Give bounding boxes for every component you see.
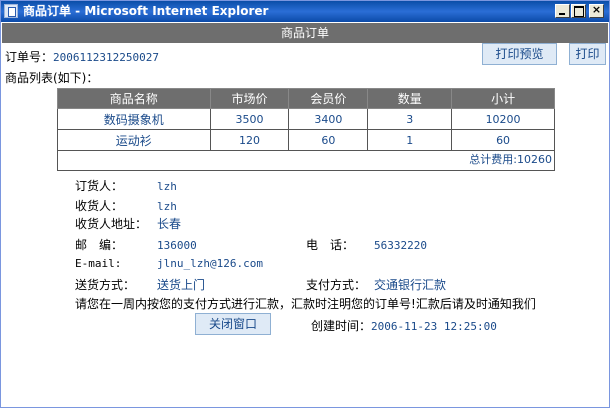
close-icon: × — [591, 3, 602, 16]
quantity-cell: 3 — [367, 108, 453, 130]
order-number-value: 2006112312250027 — [53, 51, 159, 64]
orderer-row: 订货人： lzh — [75, 177, 177, 194]
address-row: 收货人地址： 长春 — [75, 215, 181, 232]
print-preview-button[interactable]: 打印预览 — [482, 43, 557, 65]
email-row: E-mail: jlnu_lzh@126.com — [75, 256, 263, 270]
phone-row: 电 话： 56332220 — [306, 236, 427, 253]
table-row: 数码摄象机 3500 3400 3 10200 — [57, 108, 555, 130]
product-name-cell[interactable]: 运动衫 — [57, 129, 211, 151]
member-price-cell: 3400 — [288, 108, 369, 130]
product-name-cell[interactable]: 数码摄象机 — [57, 108, 211, 130]
table-header-row: 商品名称 市场价 会员价 数量 小计 — [57, 88, 555, 109]
subtotal-cell: 60 — [451, 129, 555, 151]
order-number-row: 订单号：2006112312250027 — [5, 48, 159, 65]
receiver-label: 收货人： — [75, 199, 124, 213]
created-time-label: 创建时间： — [311, 319, 372, 333]
title-bar: 商品订单 - Microsoft Internet Explorer × — [1, 1, 609, 22]
orderer-value: lzh — [157, 180, 177, 193]
market-price-cell: 120 — [209, 129, 290, 151]
address-value: 长春 — [157, 217, 182, 231]
market-price-cell: 3500 — [209, 108, 290, 130]
column-header: 数量 — [367, 88, 453, 109]
table-row: 运动衫 120 60 1 60 — [57, 129, 555, 151]
delivery-label: 送货方式： — [75, 278, 136, 292]
payment-notice: 请您在一周内按您的支付方式进行汇款，汇款时注明您的订单号!汇款后请及时通知我们 — [75, 297, 536, 311]
maximize-button[interactable] — [571, 4, 586, 18]
orderer-label: 订货人： — [75, 179, 124, 193]
column-header: 市场价 — [209, 88, 290, 109]
zip-row: 邮 编： 136000 — [75, 236, 197, 253]
print-button[interactable]: 打印 — [569, 43, 606, 65]
address-label: 收货人地址： — [75, 217, 148, 231]
created-time-row: 创建时间：2006-11-23 12:25:00 — [311, 317, 497, 334]
minimize-button[interactable] — [555, 4, 570, 18]
quantity-cell: 1 — [367, 129, 453, 151]
ie-page-icon — [4, 4, 18, 18]
payment-value: 交通银行汇款 — [374, 278, 447, 292]
created-time-value: 2006-11-23 12:25:00 — [371, 320, 497, 333]
total-cost: 总计费用:10260 — [57, 150, 555, 171]
receiver-value: lzh — [157, 200, 177, 213]
page-title: 商品订单 — [2, 23, 608, 43]
member-price-cell: 60 — [288, 129, 369, 151]
zip-value: 136000 — [157, 239, 197, 252]
receiver-row: 收货人： lzh — [75, 197, 177, 214]
item-list-label: 商品列表(如下)： — [5, 71, 99, 85]
order-number-label: 订单号： — [5, 50, 54, 64]
column-header: 会员价 — [288, 88, 369, 109]
zip-label: 邮 编： — [75, 238, 124, 252]
email-label: E-mail: — [75, 257, 122, 270]
email-value: jlnu_lzh@126.com — [157, 257, 263, 270]
close-window-page-button[interactable]: 关闭窗口 — [195, 313, 271, 335]
delivery-row: 送货方式： 送货上门 — [75, 276, 205, 293]
window-title: 商品订单 - Microsoft Internet Explorer — [23, 4, 269, 18]
close-window-button[interactable]: × — [589, 3, 604, 18]
browser-window: 商品订单 - Microsoft Internet Explorer × 商品订… — [0, 0, 610, 408]
items-table: 商品名称 市场价 会员价 数量 小计 数码摄象机 3500 3400 3 102… — [57, 88, 555, 151]
delivery-value: 送货上门 — [157, 278, 206, 292]
column-header: 小计 — [451, 88, 555, 109]
phone-value: 56332220 — [374, 239, 427, 252]
payment-label: 支付方式： — [306, 278, 367, 292]
subtotal-cell: 10200 — [451, 108, 555, 130]
column-header: 商品名称 — [57, 88, 211, 109]
payment-row: 支付方式： 交通银行汇款 — [306, 276, 446, 293]
phone-label: 电 话： — [306, 238, 355, 252]
